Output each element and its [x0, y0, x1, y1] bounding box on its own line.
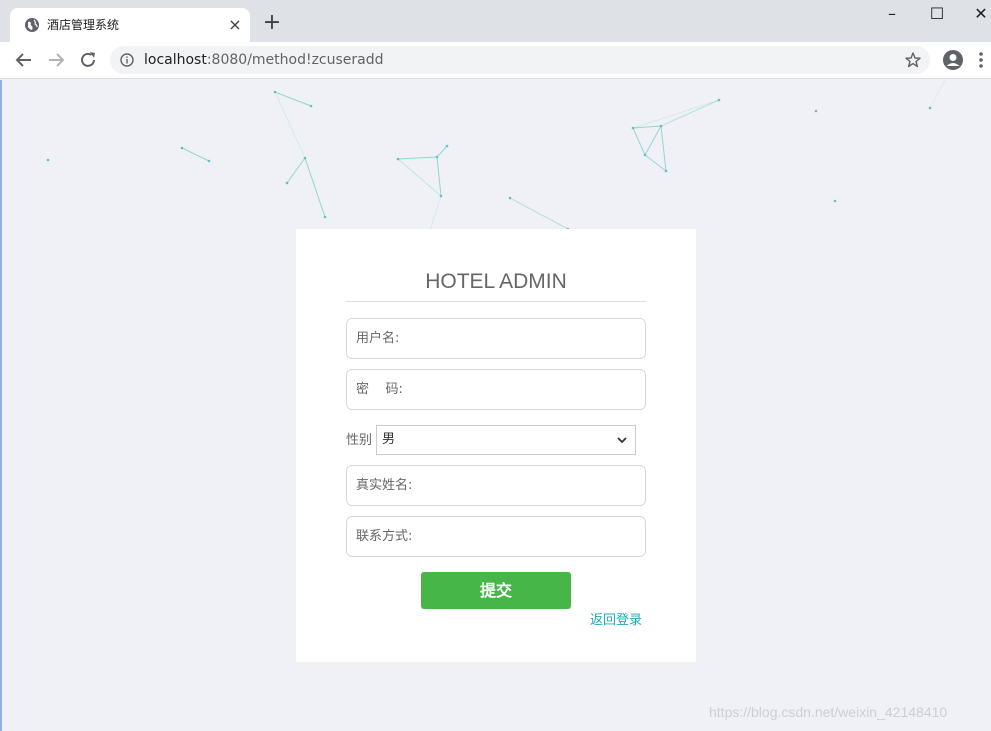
- url-path: :8080/method!zcuseradd: [206, 52, 384, 68]
- submit-button[interactable]: 提交: [421, 572, 571, 609]
- minimize-button[interactable]: –: [877, 4, 907, 24]
- forward-arrow-icon[interactable]: [45, 49, 67, 71]
- password-input[interactable]: [347, 370, 645, 409]
- contact-input[interactable]: [347, 517, 645, 556]
- browser-toolbar: localhost:8080/method!zcuseradd: [0, 42, 991, 79]
- register-card: HOTEL ADMIN 性别 男 提交 返回登录: [296, 229, 696, 662]
- page-viewport: HOTEL ADMIN 性别 男 提交 返回登录: [0, 80, 991, 731]
- tab-close-button[interactable]: ×: [226, 16, 244, 34]
- password-field[interactable]: [346, 369, 646, 410]
- browser-tab[interactable]: 酒店管理系统 ×: [10, 8, 250, 42]
- realname-input[interactable]: [347, 466, 645, 505]
- back-to-login-link[interactable]: 返回登录: [590, 613, 642, 629]
- chevron-down-icon: [617, 437, 627, 444]
- window-close-button[interactable]: ✕: [966, 4, 991, 24]
- username-input[interactable]: [347, 319, 645, 358]
- url-host: localhost: [144, 52, 207, 68]
- bookmark-star-icon[interactable]: [904, 51, 922, 69]
- globe-icon: [25, 18, 39, 32]
- gender-select[interactable]: 男: [376, 425, 636, 455]
- back-arrow-icon[interactable]: [13, 49, 35, 71]
- reload-icon[interactable]: [77, 49, 99, 71]
- gender-selected-value: 男: [382, 432, 396, 447]
- card-title: HOTEL ADMIN: [425, 270, 567, 293]
- new-tab-button[interactable]: +: [262, 12, 282, 34]
- window-left-edge: [0, 80, 2, 731]
- tab-title: 酒店管理系统: [47, 18, 120, 32]
- address-bar[interactable]: localhost:8080/method!zcuseradd: [110, 46, 930, 74]
- kebab-menu-icon[interactable]: [976, 50, 986, 70]
- contact-field[interactable]: [346, 516, 646, 557]
- url-text[interactable]: localhost:8080/method!zcuseradd: [144, 51, 384, 69]
- profile-avatar-icon[interactable]: [942, 49, 964, 71]
- info-icon[interactable]: [120, 53, 134, 67]
- title-divider: [346, 301, 646, 302]
- gender-label: 性别: [346, 433, 373, 448]
- username-field[interactable]: [346, 318, 646, 359]
- realname-field[interactable]: [346, 465, 646, 506]
- watermark: https://blog.csdn.net/weixin_42148410: [709, 704, 948, 720]
- maximize-button[interactable]: ☐: [922, 4, 952, 24]
- browser-tab-bar: 酒店管理系统 × + – ☐ ✕: [0, 0, 991, 42]
